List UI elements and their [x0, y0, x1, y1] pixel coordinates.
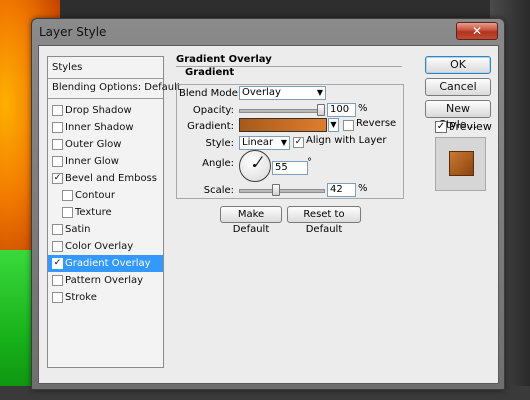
- chevron-down-icon: ▼: [330, 120, 337, 129]
- texture-checkbox[interactable]: [62, 207, 73, 218]
- reset-to-default-button[interactable]: Reset to Default: [287, 206, 361, 235]
- dialog-client-area: Styles Blending Options: Default Drop Sh…: [38, 45, 499, 384]
- dialog-title: Layer Style: [39, 25, 107, 39]
- gradient-overlay-checkbox[interactable]: ✓: [52, 258, 63, 269]
- style-label: Style:: [205, 138, 235, 149]
- opacity-label: Opacity:: [192, 105, 234, 116]
- angle-dial-hand: [255, 156, 263, 167]
- angle-dial[interactable]: [239, 150, 271, 182]
- contour-checkbox[interactable]: [62, 190, 73, 201]
- opacity-input[interactable]: 100: [327, 103, 356, 117]
- opacity-unit: %: [358, 103, 368, 114]
- scale-slider-track[interactable]: [239, 189, 325, 193]
- gradient-picker[interactable]: [239, 118, 327, 132]
- scale-unit: %: [358, 183, 368, 194]
- style-item-bevel-and-emboss[interactable]: ✓ Bevel and Emboss: [48, 170, 163, 187]
- styles-list: Styles Blending Options: Default Drop Sh…: [47, 56, 181, 368]
- satin-checkbox[interactable]: [52, 224, 63, 235]
- style-item-color-overlay[interactable]: Color Overlay: [48, 238, 163, 255]
- preview-swatch: [449, 151, 474, 176]
- layer-style-dialog: Layer Style ✕ Styles Blending Options: D…: [31, 18, 505, 390]
- group-title: Gradient: [183, 67, 237, 78]
- inner-glow-checkbox[interactable]: [52, 156, 63, 167]
- style-select[interactable]: Linear ▼: [239, 136, 290, 150]
- gradient-label: Gradient:: [187, 121, 234, 132]
- chevron-down-icon: ▼: [280, 138, 288, 147]
- opacity-slider-track[interactable]: [239, 109, 325, 113]
- style-item-inner-shadow[interactable]: Inner Shadow: [48, 119, 163, 136]
- stroke-checkbox[interactable]: [52, 292, 63, 303]
- style-item-inner-glow[interactable]: Inner Glow: [48, 153, 163, 170]
- style-item-outer-glow[interactable]: Outer Glow: [48, 136, 163, 153]
- inner-shadow-checkbox[interactable]: [52, 122, 63, 133]
- blend-mode-label: Blend Mode:: [179, 88, 242, 99]
- style-item-drop-shadow[interactable]: Drop Shadow: [48, 102, 163, 119]
- opacity-slider-thumb[interactable]: [317, 104, 325, 116]
- scale-slider-thumb[interactable]: [272, 184, 280, 196]
- close-button[interactable]: ✕: [456, 22, 498, 40]
- scale-label: Scale:: [203, 185, 234, 196]
- angle-label: Angle:: [202, 158, 234, 169]
- styles-header[interactable]: Styles: [48, 59, 163, 76]
- blend-mode-select[interactable]: Overlay ▼: [239, 86, 326, 100]
- style-item-pattern-overlay[interactable]: Pattern Overlay: [48, 272, 163, 289]
- chevron-down-icon: ▼: [316, 88, 324, 97]
- close-icon: ✕: [471, 24, 483, 38]
- list-divider: [48, 98, 163, 99]
- gradient-dropdown-button[interactable]: ▼: [328, 118, 339, 132]
- ok-button[interactable]: OK: [425, 56, 491, 74]
- make-default-button[interactable]: Make Default: [220, 206, 282, 235]
- style-item-contour[interactable]: Contour: [48, 187, 163, 204]
- angle-unit: °: [307, 157, 312, 168]
- style-item-gradient-overlay[interactable]: ✓ Gradient Overlay: [48, 255, 163, 272]
- section-title: Gradient Overlay: [176, 54, 272, 65]
- new-style-button[interactable]: New Style...: [425, 100, 491, 131]
- cancel-button[interactable]: Cancel: [425, 78, 491, 96]
- bevel-and-emboss-checkbox[interactable]: ✓: [52, 173, 63, 184]
- pattern-overlay-checkbox[interactable]: [52, 275, 63, 286]
- angle-dial-center: [253, 164, 256, 167]
- angle-input[interactable]: 55: [272, 161, 308, 175]
- drop-shadow-checkbox[interactable]: [52, 105, 63, 116]
- style-item-satin[interactable]: Satin: [48, 221, 163, 238]
- style-item-texture[interactable]: Texture: [48, 204, 163, 221]
- color-overlay-checkbox[interactable]: [52, 241, 63, 252]
- scale-input[interactable]: 42: [327, 183, 356, 197]
- preview-box: [435, 137, 486, 191]
- style-item-stroke[interactable]: Stroke: [48, 289, 163, 306]
- blending-options-item[interactable]: Blending Options: Default: [48, 79, 181, 96]
- outer-glow-checkbox[interactable]: [52, 139, 63, 150]
